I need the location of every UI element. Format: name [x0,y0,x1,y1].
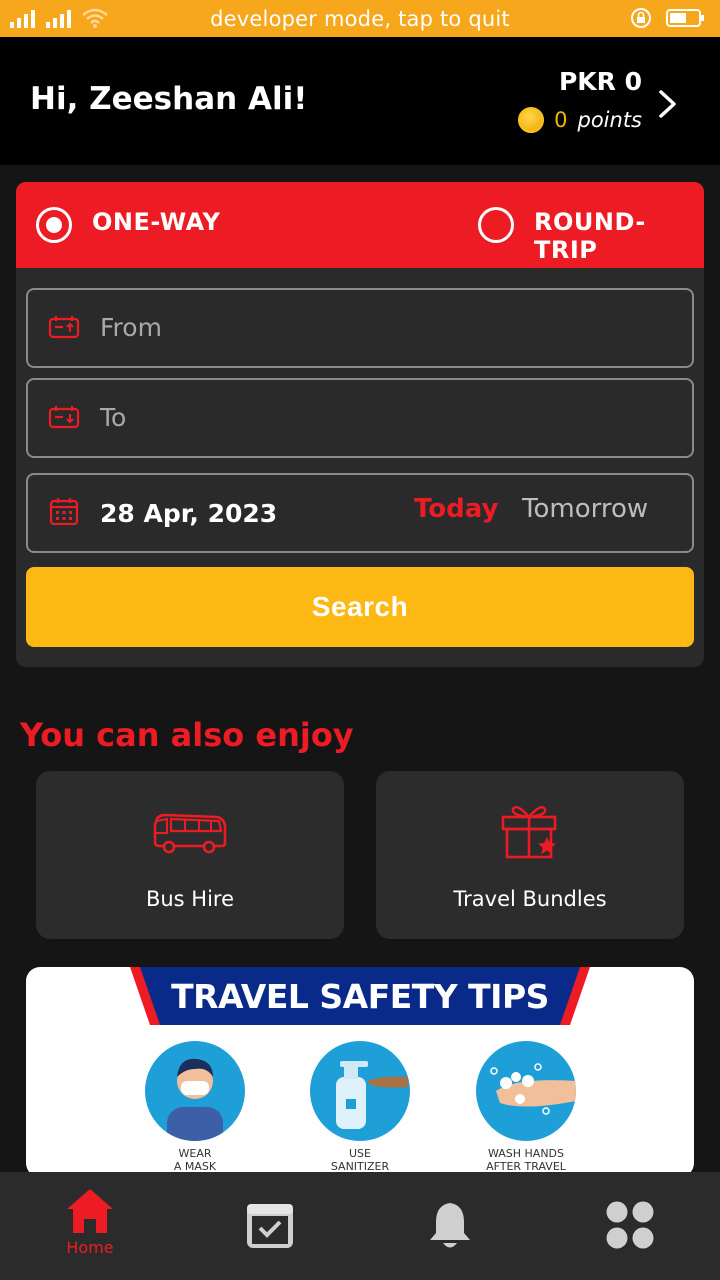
points-row[interactable]: 0 points [518,107,642,133]
travel-safety-banner[interactable]: TRAVEL SAFETY TIPS WEAR A MASK USE SANIT… [26,967,694,1177]
status-bar[interactable]: developer mode, tap to quit [0,0,720,37]
tomorrow-button[interactable]: Tomorrow [522,494,648,524]
wash-hands-tip-label: WASH HANDS AFTER TRAVEL [486,1147,566,1173]
home-icon [67,1189,113,1233]
trip-type-selector: ONE-WAY ROUND-TRIP [16,182,704,268]
wallet-balance[interactable]: PKR 0 [559,67,642,96]
calendar-icon [49,498,79,525]
greeting-text: Hi, Zeeshan Ali! [30,81,308,117]
selected-date: 28 Apr, 2023 [100,499,278,528]
gift-icon [501,806,557,859]
one-way-label[interactable]: ONE-WAY [92,208,220,236]
today-button[interactable]: Today [414,494,498,524]
cell-signal-2-icon [46,10,71,28]
to-field[interactable]: To [26,378,694,458]
round-trip-label[interactable]: ROUND-TRIP [534,208,704,264]
balance-amount: PKR 0 [558,67,642,96]
sanitizer-tip-label: USE SANITIZER [330,1147,390,1173]
banner-title: TRAVEL SAFETY TIPS [171,977,549,1016]
to-placeholder: To [100,403,127,432]
one-way-radio[interactable] [36,207,72,243]
bookings-icon [247,1204,293,1248]
wifi-icon [82,8,108,28]
bus-hire-tile[interactable]: Bus Hire [36,771,344,939]
status-right-icons [630,7,706,29]
from-placeholder: From [100,313,162,342]
from-field[interactable]: From [26,288,694,368]
points-value: 0 [554,108,568,132]
trip-search-card: ONE-WAY ROUND-TRIP From To 28 Apr, 2023 … [16,182,704,667]
section-title-enjoy: You can also enjoy [20,716,354,754]
battery-icon [666,9,704,27]
travel-bundles-tile[interactable]: Travel Bundles [376,771,684,939]
bus-icon [153,813,227,854]
date-field[interactable]: 28 Apr, 2023 Today Tomorrow [26,473,694,553]
round-trip-radio[interactable] [478,207,514,243]
mask-tip-label: WEAR A MASK [173,1147,217,1173]
points-label: points [577,108,643,132]
wash-hands-tip-image [476,1041,576,1141]
nav-bookings[interactable] [180,1172,360,1280]
mask-tip-image [145,1041,245,1141]
bottom-navigation: Home [0,1172,720,1280]
bell-icon [430,1203,470,1248]
nav-notifications[interactable] [360,1172,540,1280]
app-header: Hi, Zeeshan Ali! PKR 0 0 points [0,37,720,165]
travel-bundles-label: Travel Bundles [453,887,607,911]
search-button[interactable]: Search [26,567,694,647]
departure-ticket-icon [48,316,80,339]
chevron-right-icon[interactable] [656,89,680,119]
arrival-ticket-icon [48,406,80,429]
nav-home-label: Home [66,1238,114,1257]
signal-icons [10,8,108,28]
rotation-lock-icon [631,8,651,28]
cell-signal-1-icon [10,10,35,28]
menu-grid-icon [606,1201,654,1249]
coin-icon [518,107,545,133]
nav-menu[interactable] [540,1172,720,1280]
sanitizer-tip-image [310,1041,410,1141]
nav-home[interactable]: Home [0,1172,180,1280]
bus-hire-label: Bus Hire [145,887,235,911]
developer-mode-text[interactable]: developer mode, tap to quit [210,7,510,31]
